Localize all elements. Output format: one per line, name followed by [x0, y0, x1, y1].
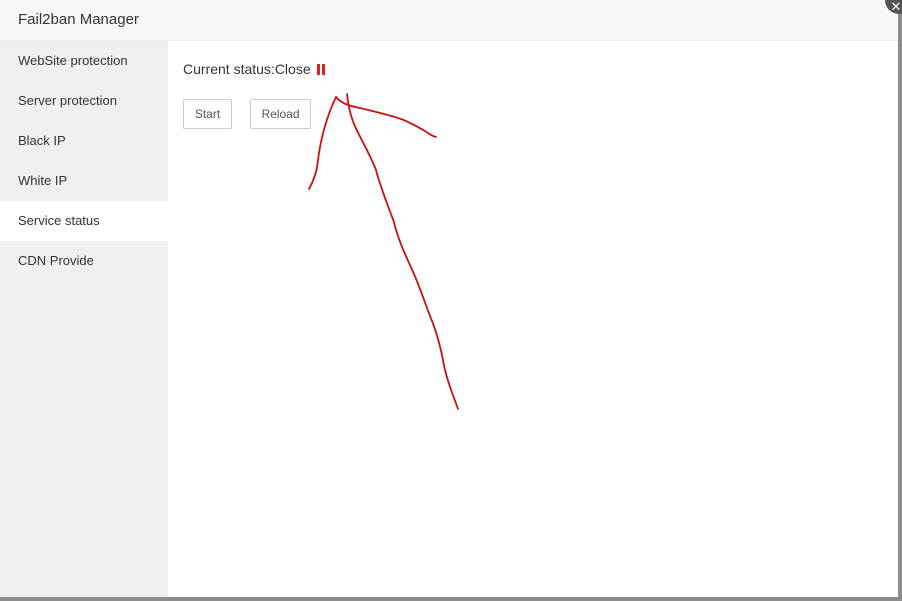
sidebar-item-label: Black IP [18, 133, 66, 148]
pause-icon [316, 63, 326, 75]
service-status-panel: Current status:Close Start Reload [168, 41, 898, 597]
close-icon: ✕ [890, 0, 902, 14]
status-text: Current status:Close [183, 61, 311, 77]
sidebar-item-label: Service status [18, 213, 100, 228]
sidebar-item-black-ip[interactable]: Black IP [0, 121, 168, 161]
sidebar-item-server-protection[interactable]: Server protection [0, 81, 168, 121]
sidebar-item-label: WebSite protection [18, 53, 128, 68]
current-status: Current status:Close [183, 61, 326, 77]
sidebar-item-white-ip[interactable]: White IP [0, 161, 168, 201]
sidebar: WebSite protection Server protection Bla… [0, 41, 168, 597]
close-button[interactable]: ✕ [885, 0, 902, 14]
sidebar-item-cdn-provide[interactable]: CDN Provide [0, 241, 168, 281]
sidebar-item-label: CDN Provide [18, 253, 94, 268]
sidebar-item-label: Server protection [18, 93, 117, 108]
fail2ban-manager-dialog: Fail2ban Manager WebSite protection Serv… [0, 0, 898, 597]
sidebar-item-label: White IP [18, 173, 68, 188]
reload-button[interactable]: Reload [250, 99, 311, 129]
sidebar-item-service-status[interactable]: Service status [0, 201, 168, 241]
dialog-titlebar: Fail2ban Manager [0, 0, 898, 41]
start-button[interactable]: Start [183, 99, 232, 129]
sidebar-item-website-protection[interactable]: WebSite protection [0, 41, 168, 81]
dialog-title: Fail2ban Manager [18, 11, 139, 28]
